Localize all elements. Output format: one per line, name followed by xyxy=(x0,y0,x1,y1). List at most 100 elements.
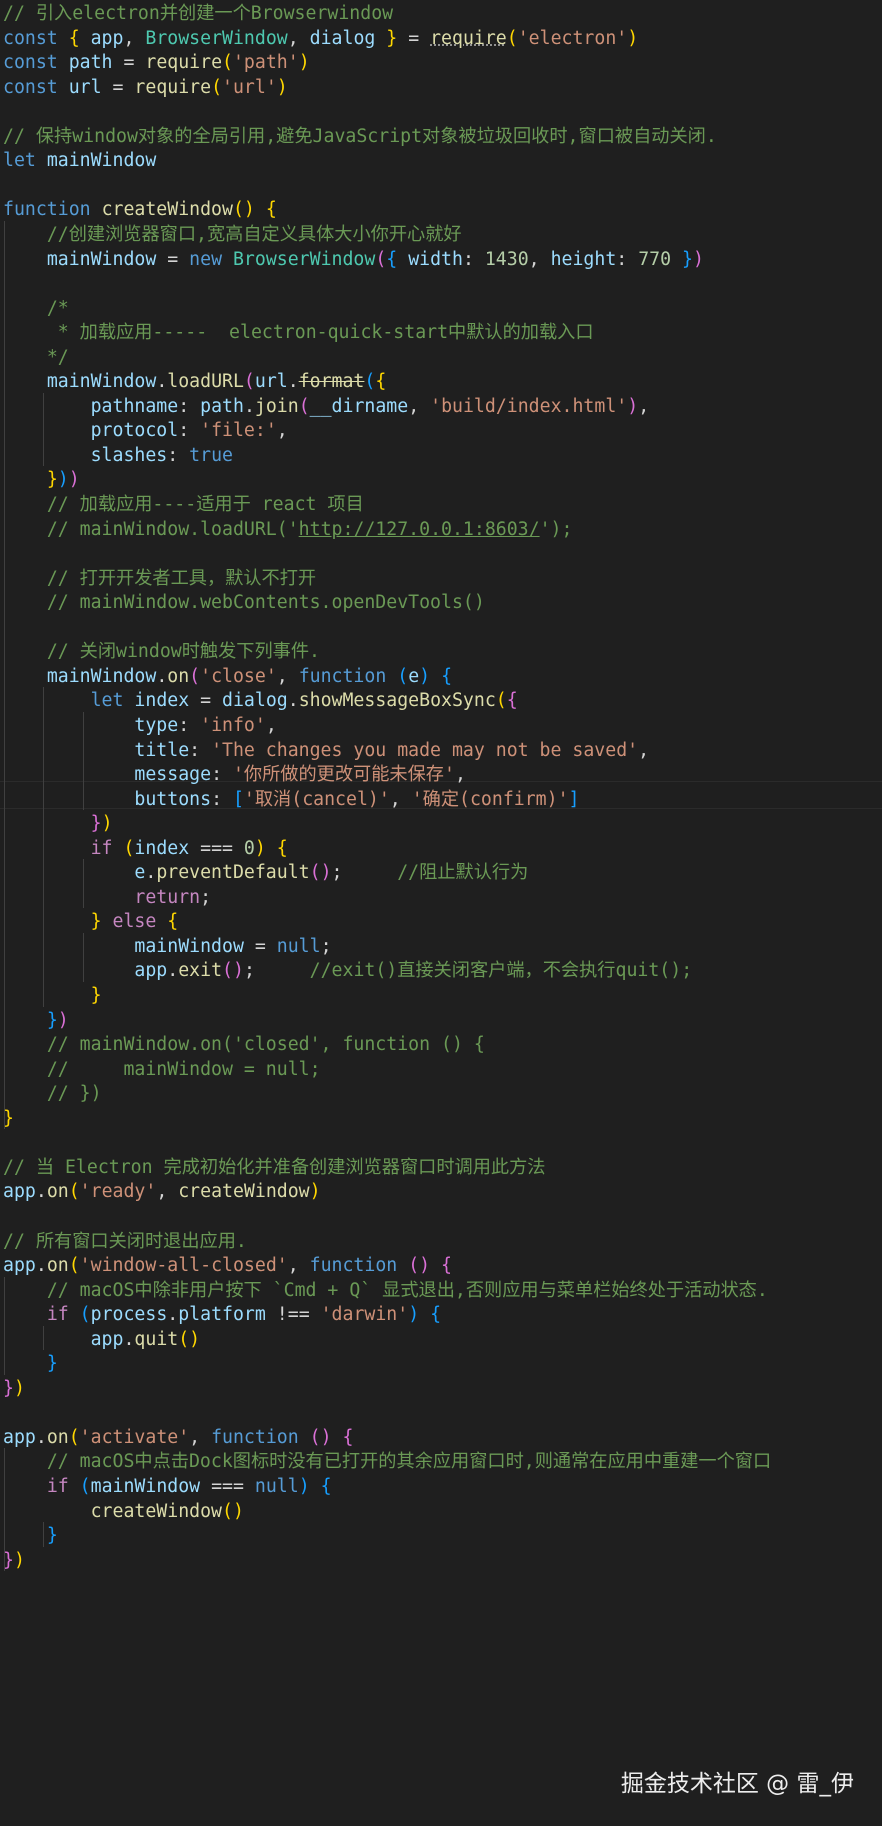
code-line[interactable]: }) xyxy=(0,1547,882,1576)
code-token: format xyxy=(298,371,365,393)
code-token: = xyxy=(189,690,223,712)
code-token: //创建浏览器窗口,宽高自定义具体大小你开心就好 xyxy=(46,223,462,245)
code-token: } xyxy=(46,1009,58,1031)
code-token: buttons xyxy=(134,788,212,810)
code-token: ( xyxy=(68,1181,80,1203)
code-token: ) xyxy=(13,1549,25,1571)
code-token: function xyxy=(3,199,91,221)
code-token: ; xyxy=(200,886,212,908)
code-token: { xyxy=(506,690,518,712)
code-token: { xyxy=(386,248,398,270)
code-token: mainWindow xyxy=(46,150,157,172)
code-token: join xyxy=(254,395,299,417)
code-token: ) xyxy=(57,1009,69,1031)
code-token: !== xyxy=(265,1304,321,1326)
code-token: // macOS中除非用户按下 `Cmd + Q` 显式退出,否则应用与菜单栏始… xyxy=(46,1279,768,1301)
code-token: ( xyxy=(506,27,518,49)
code-token: } xyxy=(682,248,693,270)
code-token: http://127.0.0.1:8603/ xyxy=(298,518,540,540)
code-token: , xyxy=(638,395,650,417)
code-token: app xyxy=(3,1181,36,1203)
code-token: = xyxy=(243,935,277,957)
code-token: ( xyxy=(222,52,233,74)
code-token: // mainWindow.webContents.openDevTools() xyxy=(46,592,485,614)
code-token: preventDefault xyxy=(156,862,310,884)
code-token: // 当 Electron 完成初始化并准备创建浏览器窗口时调用此方法 xyxy=(3,1156,546,1178)
code-token: width xyxy=(408,248,463,270)
code-token: ) xyxy=(627,27,639,49)
code-token: platform xyxy=(178,1304,266,1326)
code-token: else xyxy=(112,911,157,933)
code-token: const xyxy=(3,76,58,98)
code-token: . xyxy=(156,665,168,687)
code-token: { xyxy=(441,1255,452,1277)
code-token: } xyxy=(90,813,102,835)
code-token: 'build/index.html' xyxy=(430,395,628,417)
code-token: * 加载应用----- electron-quick-start中默认的加载入口 xyxy=(46,322,594,344)
code-token: index xyxy=(134,690,190,712)
code-token: loadURL xyxy=(167,371,244,393)
code-token: { xyxy=(320,1476,332,1497)
code-token: null xyxy=(254,1476,299,1497)
code-token: ( xyxy=(123,837,135,859)
code-token: title xyxy=(134,739,190,761)
code-token: () xyxy=(309,1426,332,1448)
code-token: 1430 xyxy=(484,248,529,270)
code-token: = xyxy=(156,248,190,270)
code-token: ) xyxy=(419,665,431,687)
code-token: // macOS中点击Dock图标时没有已打开的其余应用窗口时,则通常在应用中重… xyxy=(46,1451,772,1473)
code-token: url xyxy=(68,76,102,98)
code-token: } xyxy=(46,469,58,491)
code-token: } xyxy=(386,27,398,49)
code-token: type xyxy=(134,714,179,736)
code-token: ( xyxy=(79,1304,91,1326)
code-token: ) xyxy=(68,469,80,491)
code-token: ( xyxy=(211,76,223,98)
code-token: . xyxy=(35,1181,47,1203)
code-token: quit xyxy=(134,1328,179,1350)
code-token: : xyxy=(616,248,639,270)
code-token: , xyxy=(287,1255,310,1277)
code-token: mainWindow xyxy=(134,935,244,957)
code-token: . xyxy=(243,395,255,417)
code-token: : xyxy=(167,444,190,466)
code-token: () xyxy=(222,1500,244,1522)
code-token: === xyxy=(189,837,244,859)
code-token: = xyxy=(101,76,135,98)
code-token: mainWindow xyxy=(46,371,157,393)
code-token: === xyxy=(200,1476,255,1497)
code-token: // 引入electron并创建一个Browserwindow xyxy=(3,3,394,24)
code-token: () xyxy=(309,862,332,884)
code-editor[interactable]: // 引入electron并创建一个Browserwindow const { a… xyxy=(0,0,882,1826)
code-token: '确定(confirm)' xyxy=(411,788,569,810)
code-token: height xyxy=(550,248,617,270)
code-token: 'electron' xyxy=(517,27,628,49)
code-token: { xyxy=(342,1426,354,1448)
code-token: . xyxy=(156,371,168,393)
